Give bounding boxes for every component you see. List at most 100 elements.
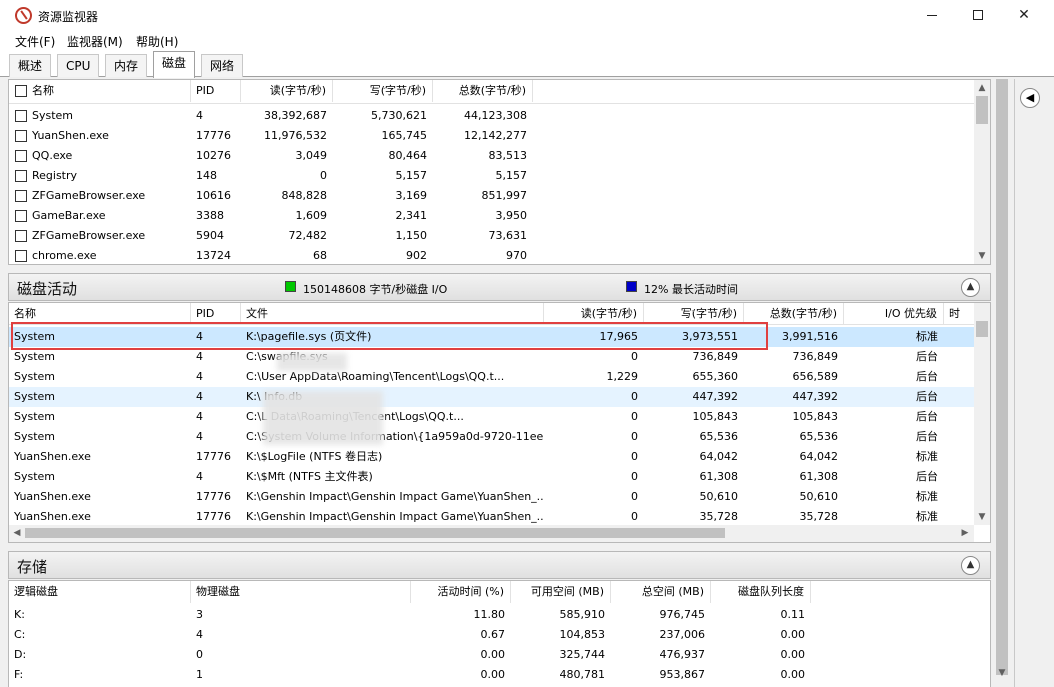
col-queue-length[interactable]: ⌄ 磁盘队列长度	[711, 581, 811, 603]
row-checkbox[interactable]	[15, 230, 27, 242]
row-checkbox[interactable]	[15, 170, 27, 182]
scroll-up-icon[interactable]: ▲	[974, 80, 990, 96]
col-pid[interactable]: PID	[191, 303, 241, 325]
scroll-thumb[interactable]	[976, 96, 988, 124]
hscroll-thumb[interactable]	[25, 528, 725, 538]
disk-activity-row[interactable]: YuanShen.exe 17776 K:\Genshin Impact\Gensh…	[9, 487, 974, 507]
col-response-time[interactable]: 时	[944, 303, 974, 325]
disk-activity-row[interactable]: System 4 C:\System Volume Information\{1a9…	[9, 427, 974, 447]
maximize-button[interactable]	[955, 0, 1001, 31]
row-checkbox[interactable]	[15, 210, 27, 222]
process-row[interactable]: ZFGameBrowser.exe 10616 848,828 3,169 851,99…	[9, 186, 974, 206]
tab-overview[interactable]: 概述	[9, 54, 52, 77]
scroll-down-icon[interactable]: ▼	[974, 509, 990, 525]
process-row[interactable]: ZFGameBrowser.exe 5904 72,482 1,150 73,631	[9, 226, 974, 246]
expand-graph-button[interactable]: ◀	[1020, 88, 1040, 108]
read-bytes: 0	[631, 350, 638, 363]
total-bytes: 851,997	[481, 189, 528, 202]
processes-scrollbar[interactable]: ▲ ▼	[974, 80, 990, 264]
col-logical-disk[interactable]: 逻辑磁盘	[9, 581, 191, 603]
process-row[interactable]: System 4 38,392,687 5,730,621 44,123,308	[9, 106, 974, 126]
physical-disk: 3	[196, 608, 203, 621]
col-write[interactable]: ⌄ 写(字节/秒)	[644, 303, 744, 325]
col-physical-disk[interactable]: 物理磁盘	[191, 581, 411, 603]
storage-header[interactable]: 存储 ▲	[8, 551, 991, 579]
menu-help[interactable]: 帮助(H)	[136, 33, 178, 50]
minimize-button[interactable]	[909, 0, 955, 31]
total-bytes: 65,536	[799, 430, 839, 443]
row-checkbox[interactable]	[15, 130, 27, 142]
process-row[interactable]: GameBar.exe 3388 1,609 2,341 3,950	[9, 206, 974, 226]
scroll-thumb[interactable]	[976, 321, 988, 337]
disk-activity-scrollbar[interactable]: ▼	[974, 303, 990, 525]
process-pid: 17776	[196, 129, 231, 142]
disk-activity-row[interactable]: YuanShen.exe 17776 K:\$LogFile (NTFS 卷日志) 0…	[9, 447, 974, 467]
row-checkbox[interactable]	[15, 150, 27, 162]
close-button[interactable]: ✕	[1001, 0, 1047, 31]
io-priority: 标准	[916, 450, 938, 463]
process-row[interactable]: YuanShen.exe 17776 11,976,532 165,745 12,142…	[9, 126, 974, 146]
io-priority: 后台	[916, 390, 938, 403]
col-total[interactable]: 总数(字节/秒)	[744, 303, 844, 325]
process-name: System	[14, 430, 56, 443]
storage-row[interactable]: F: 1 0.00 480,781 953,867 0.00	[9, 665, 974, 685]
read-bytes: 38,392,687	[264, 109, 327, 122]
process-row[interactable]: Registry 148 0 5,157 5,157	[9, 166, 974, 186]
file-path: K:\$LogFile (NTFS 卷日志)	[246, 450, 383, 463]
row-checkbox[interactable]	[15, 250, 27, 262]
select-all-checkbox[interactable]	[15, 85, 27, 97]
col-read[interactable]: 读(字节/秒)	[544, 303, 644, 325]
disk-activity-title: 磁盘活动	[17, 280, 78, 298]
menu-file[interactable]: 文件(F)	[15, 33, 55, 50]
storage-row[interactable]: C: 4 0.67 104,853 237,006 0.00	[9, 625, 974, 645]
col-file[interactable]: 文件	[241, 303, 544, 325]
scroll-down-icon[interactable]: ▼	[974, 248, 990, 264]
tab-memory[interactable]: 内存	[105, 54, 148, 77]
disk-activity-row[interactable]: System4C:\swapfile.sys0736,849736,849后台	[9, 347, 974, 367]
scroll-left-icon[interactable]: ◀	[9, 525, 25, 541]
active-time: 11.80	[473, 608, 506, 621]
process-name: YuanShen.exe	[32, 129, 109, 142]
col-read[interactable]: 读(字节/秒)	[241, 80, 333, 102]
main-scrollbar[interactable]: ▼	[994, 79, 1011, 687]
disk-activity-row[interactable]: YuanShen.exe 17776 K:\Genshin Impact\Gensh…	[9, 507, 974, 527]
disk-activity-header[interactable]: 磁盘活动 150148608 字节/秒磁盘 I/O 12% 最长活动时间 ▲	[8, 273, 991, 301]
free-space: 104,853	[559, 628, 606, 641]
col-total-space[interactable]: 总空间 (MB)	[611, 581, 711, 603]
storage-row[interactable]: D: 0 0.00 325,744 476,937 0.00	[9, 645, 974, 665]
storage-row[interactable]: K: 3 11.80 585,910 976,745 0.11	[9, 605, 974, 625]
process-name: QQ.exe	[32, 149, 73, 162]
scroll-right-icon[interactable]: ▶	[957, 525, 973, 541]
tab-disk[interactable]: 磁盘	[153, 51, 196, 78]
tab-network[interactable]: 网络	[201, 54, 244, 77]
disk-activity-row[interactable]: System 4 K:\$Mft (NTFS 主文件表) 0 61,308 61,308 后…	[9, 467, 974, 487]
row-checkbox[interactable]	[15, 110, 27, 122]
col-active-time[interactable]: 活动时间 (%)	[411, 581, 511, 603]
col-name[interactable]: 名称	[27, 80, 191, 102]
active-time-legend-swatch	[626, 281, 637, 292]
disk-activity-row[interactable]: System 4 C:\User AppData\Roaming\Tencent\L…	[9, 367, 974, 387]
disk-activity-row[interactable]: System4K:\ Info.db0447,392447,392后台	[9, 387, 974, 407]
row-checkbox[interactable]	[15, 190, 27, 202]
disk-activity-hscrollbar[interactable]: ◀ ▶	[9, 525, 974, 542]
tab-cpu[interactable]: CPU	[57, 54, 100, 77]
col-io-priority[interactable]: I/O 优先级	[844, 303, 944, 325]
io-legend-swatch	[285, 281, 296, 292]
process-row[interactable]: QQ.exe 10276 3,049 80,464 83,513	[9, 146, 974, 166]
total-bytes: 447,392	[792, 390, 839, 403]
col-total[interactable]: 总数(字节/秒)	[433, 80, 533, 102]
scroll-thumb[interactable]	[996, 79, 1008, 675]
disk-activity-row[interactable]: System4C:\L Data\Roaming\Tencent\Logs\QQ…	[9, 407, 974, 427]
col-write[interactable]: ⌄ 写(字节/秒)	[333, 80, 433, 102]
col-name[interactable]: 名称	[9, 303, 191, 325]
read-bytes: 3,049	[295, 149, 328, 162]
process-row[interactable]: chrome.exe 13724 68 902 970	[9, 246, 974, 266]
total-bytes: 5,157	[495, 169, 528, 182]
disk-activity-row[interactable]: System 4 K:\pagefile.sys (页文件) 17,965 3,973,…	[9, 327, 974, 347]
collapse-storage-button[interactable]: ▲	[961, 556, 980, 575]
scroll-down-icon[interactable]: ▼	[994, 665, 1010, 681]
menu-monitor[interactable]: 监视器(M)	[67, 33, 123, 50]
col-free-space[interactable]: 可用空间 (MB)	[511, 581, 611, 603]
collapse-disk-activity-button[interactable]: ▲	[961, 278, 980, 297]
col-pid[interactable]: PID	[191, 80, 241, 102]
